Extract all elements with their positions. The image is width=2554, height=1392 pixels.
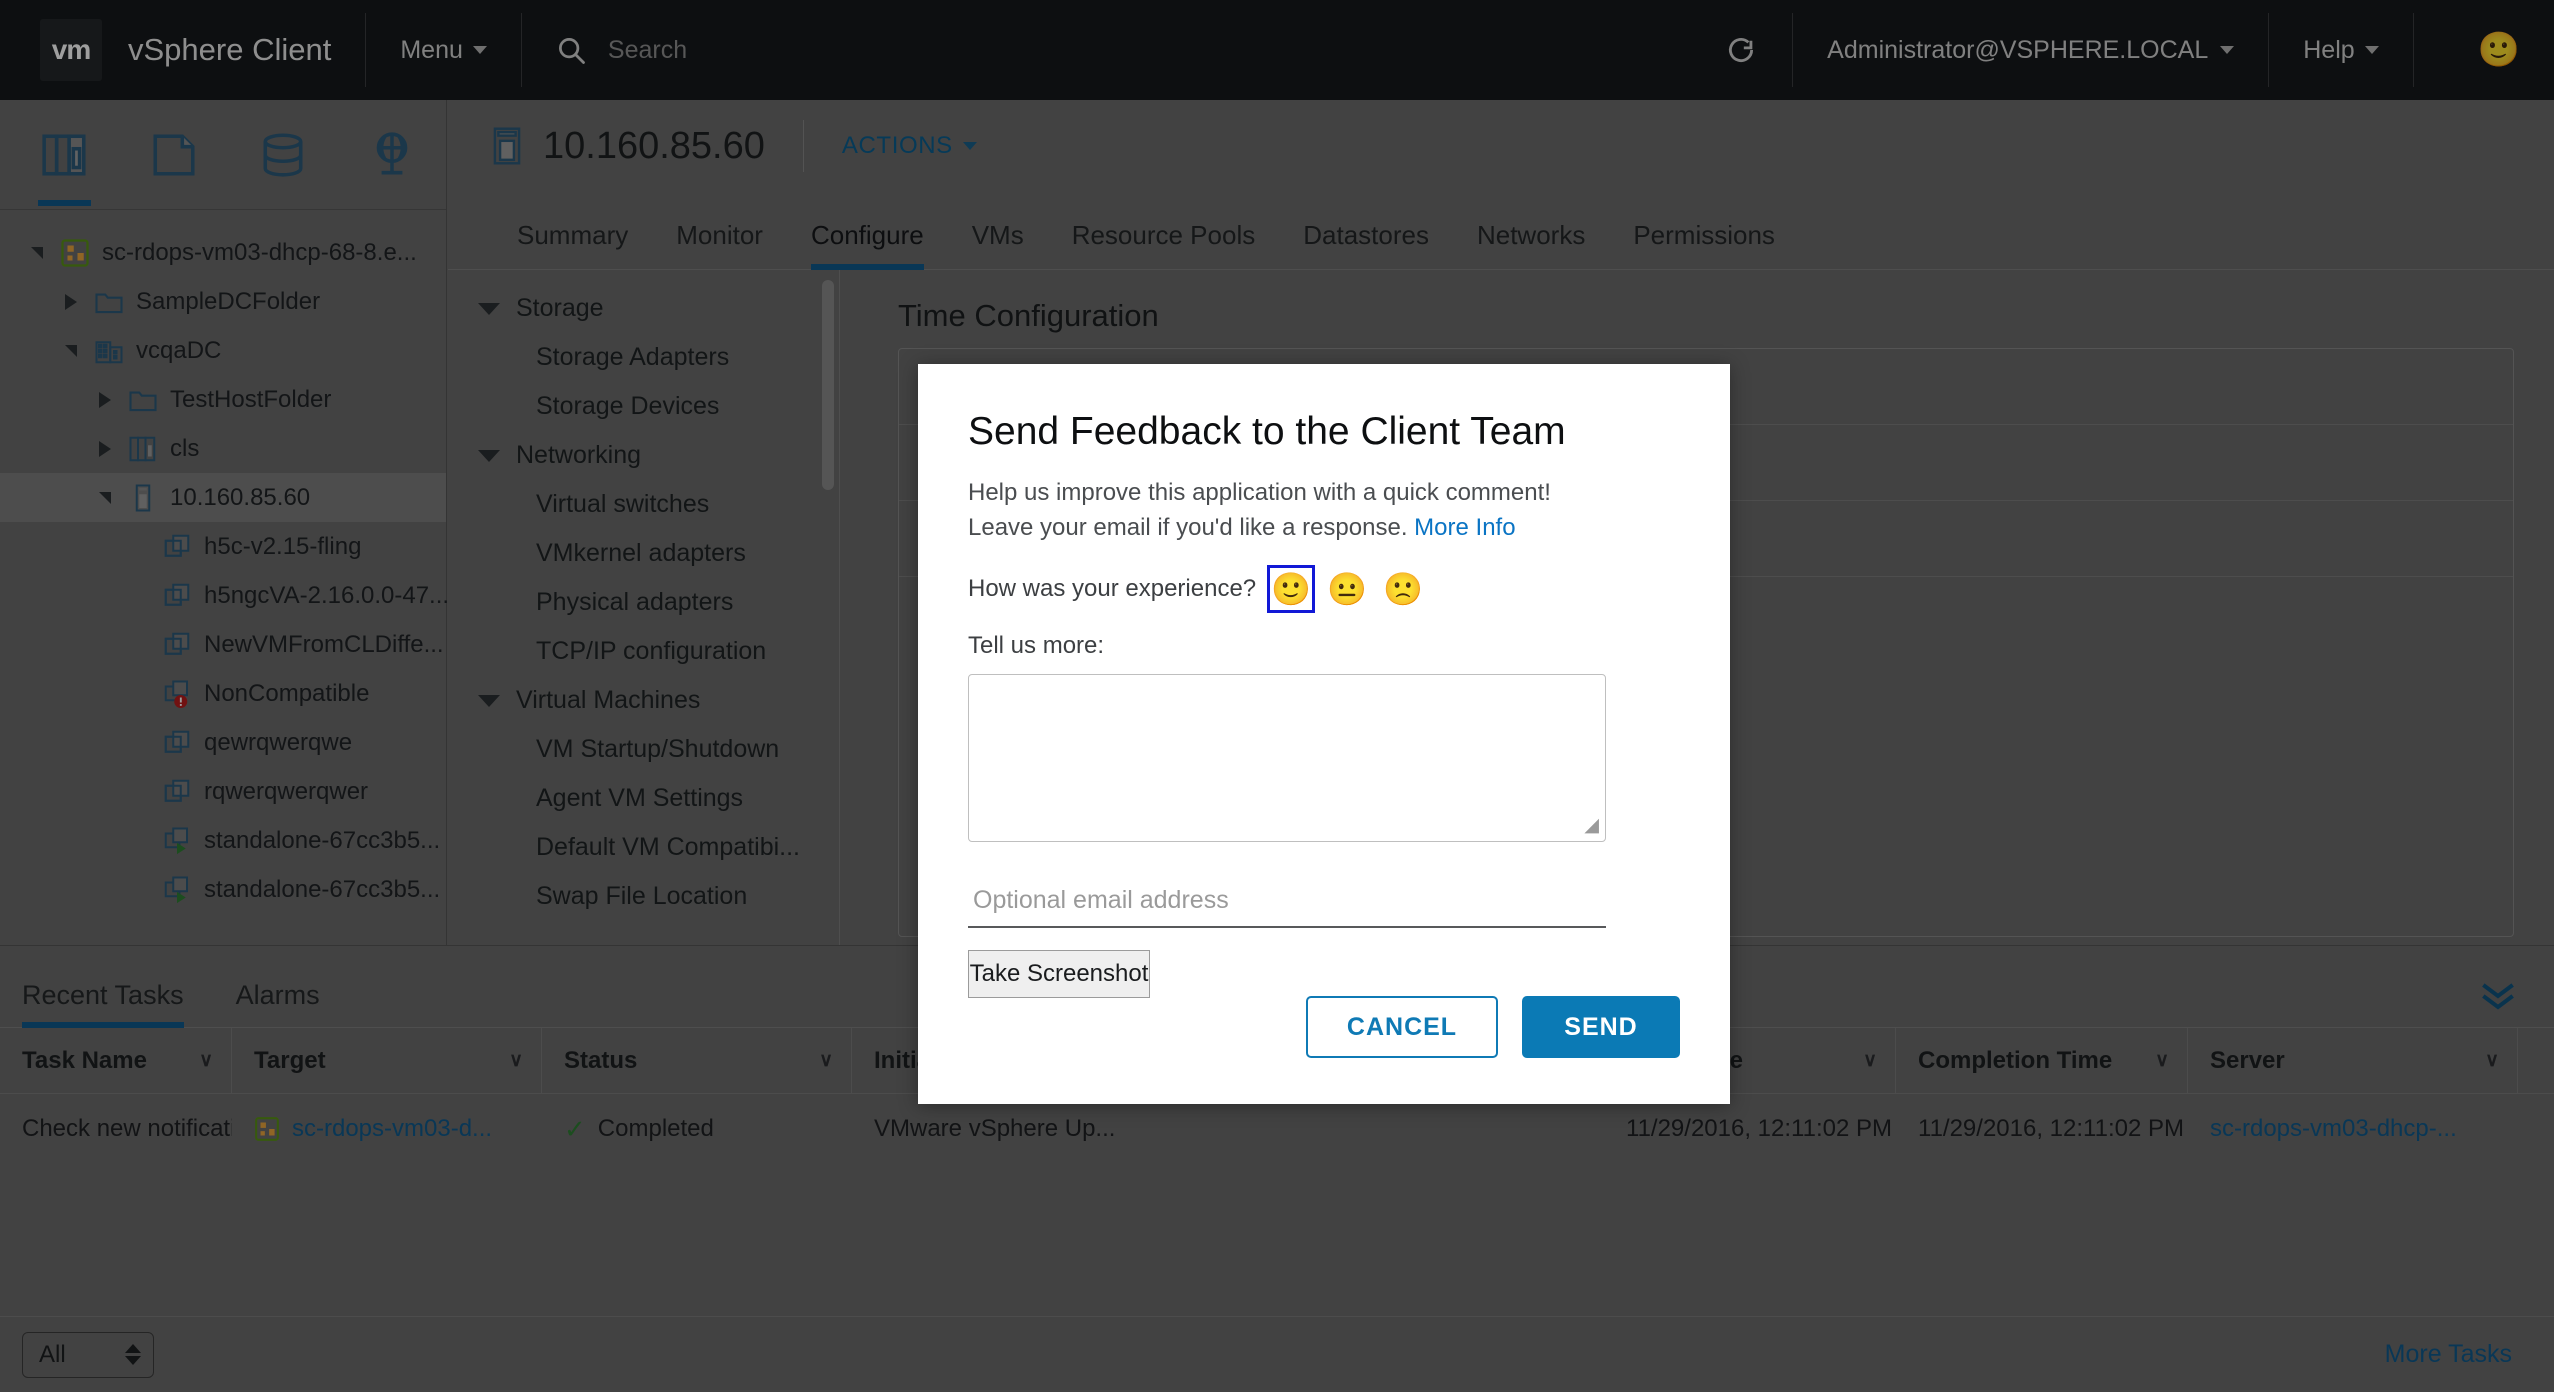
cancel-button[interactable]: CANCEL <box>1306 996 1498 1058</box>
dialog-description-line2: Leave your email if you'd like a respons… <box>968 513 1408 541</box>
dialog-description-line1: Help us improve this application with a … <box>968 479 1551 506</box>
happy-face-icon[interactable]: 🙂 <box>1267 564 1316 613</box>
neutral-face-icon[interactable]: 😐 <box>1326 568 1368 610</box>
vsphere-client-app: vm vSphere Client Menu Search Administra… <box>0 0 2554 1392</box>
resize-grip-icon[interactable]: ◢ <box>1584 814 1599 837</box>
sad-face-icon[interactable]: 🙁 <box>1382 568 1424 610</box>
dialog-title: Send Feedback to the Client Team <box>968 410 1566 453</box>
comment-textarea[interactable]: ◢ <box>968 673 1606 842</box>
send-feedback-dialog: Send Feedback to the Client Team Help us… <box>918 364 1730 1104</box>
experience-label: How was your experience? <box>968 574 1257 602</box>
email-placeholder: Optional email address <box>973 886 1229 915</box>
take-screenshot-button[interactable]: Take Screenshot <box>968 949 1150 998</box>
more-info-link[interactable]: More Info <box>1414 514 1515 541</box>
email-field[interactable]: Optional email address <box>968 876 1606 928</box>
send-button[interactable]: SEND <box>1522 996 1680 1058</box>
send-label: SEND <box>1564 1012 1638 1041</box>
experience-rating: How was your experience? 🙂 😐 🙁 <box>968 564 1680 613</box>
dialog-description: Help us improve this application with a … <box>968 476 1680 546</box>
dialog-actions: CANCEL SEND <box>1306 996 1680 1058</box>
comment-label: Tell us more: <box>968 631 1105 659</box>
take-screenshot-label: Take Screenshot <box>969 959 1149 987</box>
cancel-label: CANCEL <box>1346 1012 1458 1041</box>
